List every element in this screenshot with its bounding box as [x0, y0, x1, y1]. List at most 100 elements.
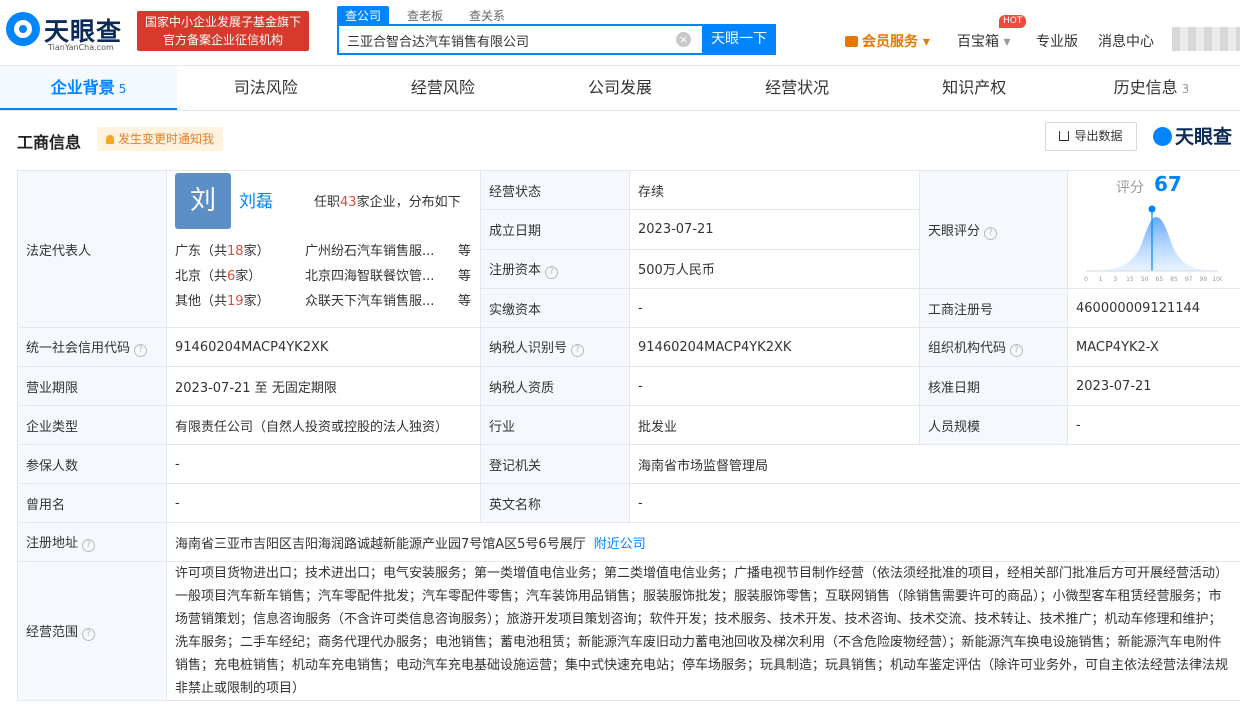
toolbox-menu[interactable]: 百宝箱 ▾ — [957, 31, 1010, 51]
score-tick-label: 99 — [1200, 276, 1208, 283]
score-tick-label: 1 — [1099, 276, 1103, 283]
authority-label: 登记机关 — [480, 444, 630, 484]
download-icon — [1059, 131, 1070, 141]
score-tick-label: 97 — [1185, 276, 1193, 283]
notify-change-button[interactable]: 发生变更时通知我 — [97, 127, 224, 151]
chevron-down-icon: ▾ — [1003, 34, 1011, 50]
tab-label: 历史信息 — [1113, 78, 1178, 97]
main-tabs: 企业背景 5 司法风险 经营风险 公司发展 经营状况 知识产权 历史信息 3 — [0, 66, 1240, 111]
help-icon[interactable]: ? — [134, 344, 148, 357]
score-label-cell: 天眼评分? — [919, 170, 1068, 289]
taxpayer-value: 91460204MACP4YK2XK — [629, 327, 920, 367]
tab-label: 经营状况 — [765, 78, 830, 97]
score-distribution-chart[interactable]: 0 1 3 15 50 65 85 97 99 100 — [1082, 203, 1222, 283]
top-bar: 天眼查 TianYanCha.com 国家中小企业发展子基金旗下 官方备案企业征… — [0, 0, 1240, 66]
region-row: 其他（共19家） 众联天下汽车销售服... 等 — [175, 290, 475, 309]
message-center-link[interactable]: 消息中心 — [1098, 31, 1154, 51]
help-icon[interactable]: ? — [545, 265, 559, 279]
credit-label: 统一社会信用代码 — [26, 341, 131, 356]
score-ticks: 0 1 3 15 50 65 85 97 99 100 — [1084, 276, 1222, 283]
credit-label-cell: 统一社会信用代码? — [17, 327, 167, 367]
approve-value: 2023-07-21 — [1067, 366, 1240, 406]
help-icon[interactable]: ? — [82, 539, 96, 552]
search-button[interactable]: 天眼一下 — [702, 24, 776, 55]
help-icon[interactable]: ? — [1010, 344, 1024, 357]
score-tick-label: 85 — [1170, 276, 1178, 283]
tab-search-company[interactable]: 查公司 — [337, 6, 390, 25]
tab-1[interactable]: 司法风险 — [177, 66, 354, 110]
scope-value: 许可项目货物进出口；技术进出口；电气安装服务；第一类增值电信业务；第二类增值电信… — [166, 561, 1240, 701]
tab-3[interactable]: 公司发展 — [531, 66, 708, 110]
region-more-link[interactable]: 等 — [458, 290, 471, 309]
pro-version-link[interactable]: 专业版 — [1036, 31, 1078, 51]
tab-0[interactable]: 企业背景 5 — [0, 66, 178, 110]
address-label: 注册地址 — [26, 536, 79, 551]
insured-label: 参保人数 — [17, 444, 167, 484]
score-tick-label: 100 — [1212, 276, 1222, 283]
region-company-link[interactable]: 广州纷石汽车销售服... — [305, 240, 448, 259]
industry-value: 批发业 — [629, 405, 920, 445]
type-label: 企业类型 — [17, 405, 167, 445]
brand-watermark: 天眼查 — [1153, 122, 1232, 149]
search-input[interactable]: 三亚合智合达汽车销售有限公司 — [337, 24, 702, 55]
clear-search-icon[interactable]: × — [676, 32, 691, 47]
gov-badge[interactable]: 国家中小企业发展子基金旗下 官方备案企业征信机构 — [137, 11, 309, 51]
authority-value: 海南省市场监督管理局 — [629, 444, 1240, 484]
help-icon[interactable]: ? — [571, 344, 585, 357]
score-text: 评分 — [1116, 180, 1144, 196]
tianyancha-logo[interactable]: 天眼查 TianYanCha.com — [6, 10, 130, 54]
score-tick-label: 0 — [1084, 276, 1088, 283]
score-value: 67 — [1154, 172, 1182, 196]
industry-label: 行业 — [480, 405, 630, 445]
status-label: 经营状态 — [480, 169, 630, 211]
crown-icon — [845, 36, 858, 47]
score-marker-dot — [1148, 205, 1156, 213]
region-more-link[interactable]: 等 — [458, 240, 471, 259]
scope-label-cell: 经营范围? — [17, 561, 167, 701]
tab-4[interactable]: 经营状况 — [709, 66, 886, 110]
search-type-tabs: 查公司 查老板 查关系 — [337, 6, 513, 25]
notify-label: 发生变更时通知我 — [118, 132, 215, 146]
english-name-value: - — [629, 483, 1240, 523]
taxpayer-label-cell: 纳税人识别号? — [480, 327, 630, 367]
region-more-link[interactable]: 等 — [458, 265, 471, 284]
tab-2[interactable]: 经营风险 — [354, 66, 531, 110]
tab-search-relation[interactable]: 查关系 — [461, 6, 513, 25]
legal-rep-avatar[interactable]: 刘 — [175, 173, 231, 229]
logo-eye-icon — [6, 12, 40, 46]
tab-5[interactable]: 知识产权 — [886, 66, 1063, 110]
brand-watermark-text: 天眼查 — [1175, 126, 1233, 148]
tab-count: 5 — [118, 82, 127, 96]
region-row: 北京（共6家） 北京四海智联餐饮管... 等 — [175, 265, 475, 284]
nearby-companies-link[interactable]: 附近公司 — [594, 537, 646, 552]
tab-count: 3 — [1181, 82, 1190, 96]
reg-no-label: 工商注册号 — [919, 288, 1068, 328]
tab-6[interactable]: 历史信息 3 — [1063, 66, 1240, 110]
tab-search-boss[interactable]: 查老板 — [399, 6, 451, 25]
help-icon[interactable]: ? — [82, 628, 96, 641]
legal-rep-summary: 任职43家企业，分布如下 — [314, 195, 461, 210]
score-label: 天眼评分 — [928, 223, 981, 239]
help-icon[interactable]: ? — [984, 226, 998, 240]
score-cell: 评分 67 0 1 3 15 50 65 85 97 99 100 — [1067, 170, 1240, 289]
approve-label: 核准日期 — [919, 366, 1068, 406]
legal-rep-cell: 刘 刘磊 任职43家企业，分布如下 广东（共18家） 广州纷石汽车销售服... 等 … — [166, 170, 481, 328]
capital-label-cell: 注册资本? — [480, 248, 630, 290]
tab-label: 知识产权 — [942, 78, 1007, 97]
credit-value: 91460204MACP4YK2XK — [166, 327, 481, 367]
term-value: 2023-07-21 至 无固定期限 — [166, 366, 481, 406]
former-name-label: 曾用名 — [17, 483, 167, 523]
bell-icon — [106, 135, 114, 144]
vip-service-menu[interactable]: 会员服务 ▾ — [845, 31, 930, 51]
legal-rep-name[interactable]: 刘磊 — [239, 187, 273, 212]
region-company-link[interactable]: 众联天下汽车销售服... — [305, 290, 448, 309]
paid-value: - — [629, 288, 920, 328]
legal-rep-label: 法定代表人 — [17, 170, 167, 328]
user-avatar[interactable] — [1172, 27, 1240, 51]
taxpayer-label: 纳税人识别号 — [489, 341, 568, 356]
export-data-button[interactable]: 导出数据 — [1045, 122, 1137, 151]
type-value: 有限责任公司（自然人投资或控股的法人独资） — [166, 405, 481, 445]
hot-badge: HOT — [999, 15, 1027, 28]
tab-label: 企业背景 — [50, 78, 115, 97]
region-company-link[interactable]: 北京四海智联餐饮管... — [305, 265, 448, 284]
